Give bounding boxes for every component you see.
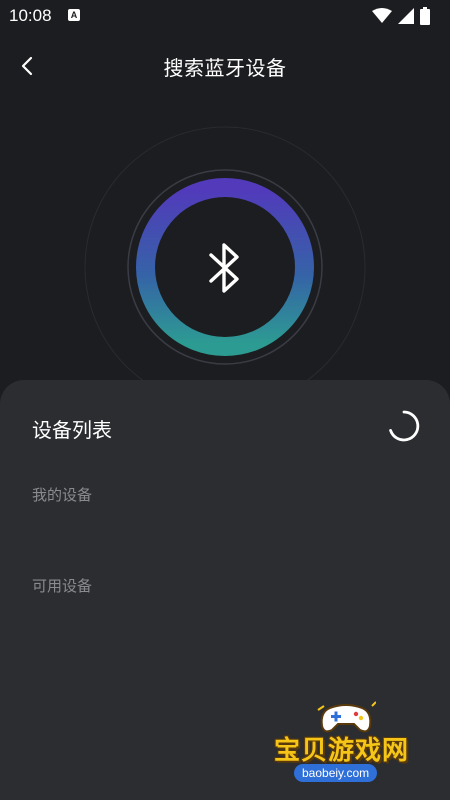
available-devices-label: 可用设备	[32, 577, 93, 595]
loading-spinner-icon	[389, 410, 420, 442]
watermark-brand: 宝贝游戏网	[274, 736, 410, 766]
status-icons	[372, 6, 442, 26]
status-time: 10:08	[9, 6, 52, 25]
watermark-url: baobeiy.com	[294, 764, 378, 782]
header: 搜索蓝牙设备	[0, 44, 450, 88]
bluetooth-search-screen: 10:08 A 搜索蓝牙设备 设备列表 我的设备 可用设备 宝贝游戏网 baob…	[0, 0, 450, 800]
page-title: 搜索蓝牙设备	[163, 56, 287, 80]
notification-badge-icon: A	[68, 9, 80, 21]
signal-icon	[398, 8, 414, 24]
my-devices-label: 我的设备	[32, 486, 93, 504]
status-bar: 10:08 A	[0, 0, 450, 32]
battery-icon	[420, 7, 430, 25]
wifi-icon	[372, 8, 392, 23]
device-list-title: 设备列表	[32, 418, 112, 442]
watermark-logo: 宝贝游戏网 baobeiy.com	[268, 700, 428, 795]
bluetooth-icon	[209, 243, 239, 293]
